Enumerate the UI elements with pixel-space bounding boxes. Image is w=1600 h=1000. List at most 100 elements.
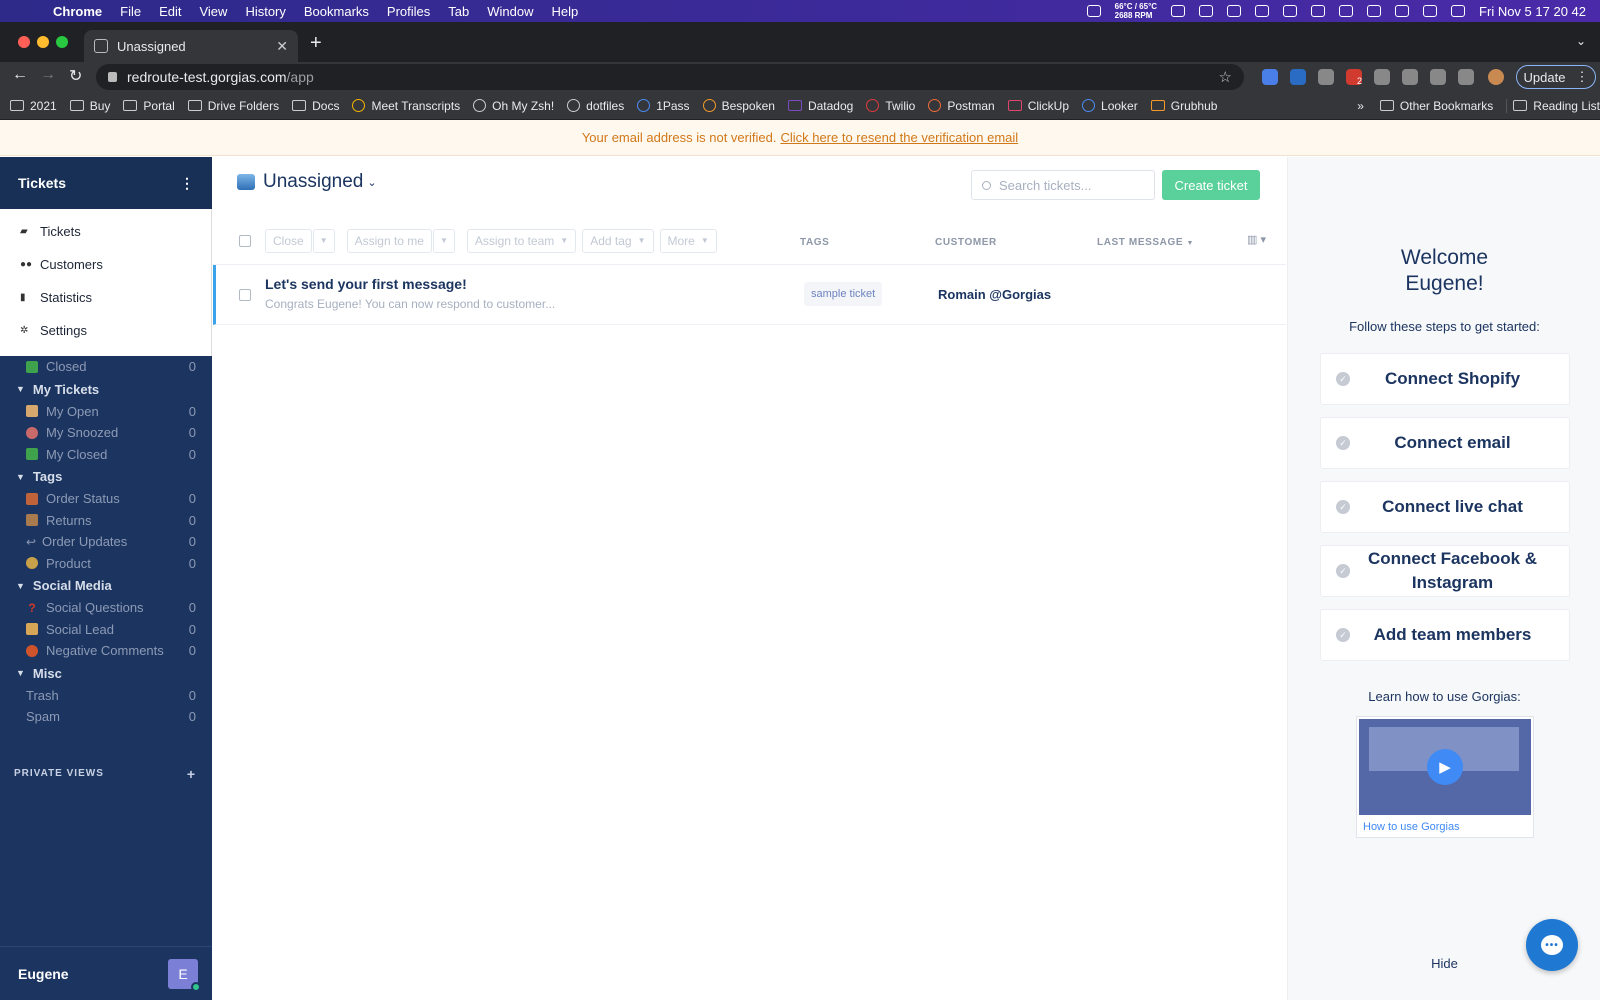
section-misc[interactable]: ▼ Misc <box>0 662 212 685</box>
menu-edit[interactable]: Edit <box>150 4 190 19</box>
menu-bookmarks[interactable]: Bookmarks <box>295 4 378 19</box>
step-connect-facebook-instagram[interactable]: ✓ Connect Facebook & Instagram <box>1320 545 1570 597</box>
kebab-menu-icon[interactable]: ⋮ <box>1575 69 1588 85</box>
bookmark-2021[interactable]: 2021 <box>10 99 57 113</box>
address-bar[interactable]: redroute-test.gorgias.com/app ☆ <box>96 64 1244 90</box>
bookmark-buy[interactable]: Buy <box>69 99 110 113</box>
menu-tab[interactable]: Tab <box>439 4 478 19</box>
view-social-lead[interactable]: Social Lead 0 <box>0 619 212 641</box>
more-bookmarks-icon[interactable]: » <box>1357 99 1364 113</box>
view-selector[interactable]: Unassigned ⌄ <box>237 171 377 193</box>
view-closed[interactable]: Closed 0 <box>0 356 212 378</box>
close-button[interactable]: Close <box>265 228 312 253</box>
chat-launcher-button[interactable]: ••• <box>1526 919 1578 971</box>
menu-item-settings[interactable]: ✲ Settings <box>0 314 211 347</box>
menu-app-name[interactable]: Chrome <box>44 4 111 19</box>
view-returns[interactable]: Returns 0 <box>0 510 212 532</box>
bookmark-grubhub[interactable]: Grubhub <box>1150 99 1217 113</box>
back-arrow-icon[interactable]: ← <box>12 66 28 84</box>
sidebar-kebab-icon[interactable]: ⋮ <box>180 175 194 192</box>
menu-history[interactable]: History <box>236 4 294 19</box>
play-icon[interactable]: ▶ <box>1427 749 1463 785</box>
table-row[interactable]: Let's send your first message! Congrats … <box>213 265 1286 325</box>
view-my-closed[interactable]: My Closed 0 <box>0 444 212 466</box>
search-input[interactable]: Search tickets... <box>971 170 1155 200</box>
menu-profiles[interactable]: Profiles <box>378 4 439 19</box>
camera-icon[interactable] <box>1086 5 1101 17</box>
new-tab-icon[interactable]: + <box>310 32 322 55</box>
bookmark-postman[interactable]: Postman <box>928 99 995 113</box>
bookmark-drive-folders[interactable]: Drive Folders <box>187 99 279 113</box>
view-my-open[interactable]: My Open 0 <box>0 401 212 423</box>
bookmark-docs[interactable]: Docs <box>292 99 339 113</box>
profile-avatar-icon[interactable] <box>1488 69 1504 85</box>
ticket-subject[interactable]: Let's send your first message! <box>265 276 467 292</box>
column-header-tags[interactable]: TAGS <box>800 237 829 248</box>
resend-verification-link[interactable]: Click here to resend the verification em… <box>780 130 1018 145</box>
sidebar-footer[interactable]: Eugene E <box>0 946 212 1000</box>
reading-queue-icon[interactable] <box>1458 69 1474 85</box>
view-order-status[interactable]: Order Status 0 <box>0 488 212 510</box>
column-header-customer[interactable]: CUSTOMER <box>935 237 997 248</box>
play-icon[interactable] <box>1311 5 1326 17</box>
video-link[interactable]: How to use Gorgias <box>1363 821 1460 833</box>
assign-to-me-button[interactable]: Assign to me <box>346 228 432 253</box>
section-social-media[interactable]: ▼ Social Media <box>0 574 212 597</box>
bookmark-clickup[interactable]: ClickUp <box>1007 99 1069 113</box>
bookmark-looker[interactable]: Looker <box>1082 99 1138 113</box>
reload-icon[interactable]: ↻ <box>69 66 82 86</box>
forward-arrow-icon[interactable]: → <box>40 66 56 84</box>
view-trash[interactable]: Trash 0 <box>0 685 212 707</box>
bookmark-dotfiles[interactable]: dotfiles <box>567 99 624 113</box>
window-zoom-icon[interactable] <box>56 36 68 48</box>
avatar[interactable]: E <box>168 958 201 992</box>
select-all-checkbox[interactable] <box>239 234 251 247</box>
step-connect-shopify[interactable]: ✓ Connect Shopify <box>1320 353 1570 405</box>
bookmark-meet-transcripts[interactable]: Meet Transcripts <box>352 99 460 113</box>
translate-extension-icon[interactable] <box>1262 69 1278 85</box>
tab-search-chevron-icon[interactable]: ⌄ <box>1576 34 1586 48</box>
window-minimize-icon[interactable] <box>37 36 49 48</box>
view-social-questions[interactable]: ? Social Questions 0 <box>0 597 212 619</box>
step-connect-live-chat[interactable]: ✓ Connect live chat <box>1320 481 1570 533</box>
bookmark-twilio[interactable]: Twilio <box>866 99 915 113</box>
view-negative-comments[interactable]: Negative Comments 0 <box>0 640 212 662</box>
extension-icon[interactable] <box>1374 69 1390 85</box>
assign-to-team-button[interactable]: Assign to team ▼ <box>466 228 577 253</box>
vscode-extension-icon[interactable] <box>1290 69 1306 85</box>
row-checkbox[interactable] <box>239 289 251 301</box>
video-card[interactable]: ▶ How to use Gorgias <box>1356 716 1534 838</box>
lock-icon[interactable] <box>108 72 117 82</box>
window-close-icon[interactable] <box>18 36 30 48</box>
menu-window[interactable]: Window <box>478 4 542 19</box>
view-my-snoozed[interactable]: My Snoozed 0 <box>0 422 212 444</box>
temperature-readout[interactable]: 66°C / 65°C 2688 RPM <box>1115 2 1157 20</box>
view-spam[interactable]: Spam 0 <box>0 706 212 728</box>
bookmark-bespoken[interactable]: Bespoken <box>702 99 775 113</box>
moon-icon[interactable] <box>1283 5 1298 17</box>
spotlight-icon[interactable] <box>1423 5 1438 17</box>
github-status-icon[interactable] <box>1227 5 1242 17</box>
bookmark-star-icon[interactable]: ☆ <box>1219 68 1232 86</box>
columns-config-icon[interactable]: ▥ ▾ <box>1247 233 1266 246</box>
step-add-team-members[interactable]: ✓ Add team members <box>1320 609 1570 661</box>
section-tags[interactable]: ▼ Tags <box>0 465 212 488</box>
assign-options-caret[interactable]: ▼ <box>432 228 455 253</box>
create-ticket-button[interactable]: Create ticket <box>1162 170 1260 200</box>
tab-close-icon[interactable]: ✕ <box>276 38 288 55</box>
menubar-clock[interactable]: Fri Nov 5 17 20 42 <box>1479 4 1586 19</box>
video-thumbnail[interactable]: ▶ <box>1359 719 1531 815</box>
other-bookmarks[interactable]: Other Bookmarks <box>1379 99 1493 113</box>
menu-help[interactable]: Help <box>543 4 588 19</box>
app-status-icon[interactable] <box>1171 5 1186 17</box>
bookmark-oh-my-zsh[interactable]: Oh My Zsh! <box>473 99 554 113</box>
bookmark-portal[interactable]: Portal <box>123 99 175 113</box>
update-button[interactable]: Update ⋮ <box>1516 65 1596 89</box>
view-product[interactable]: Product 0 <box>0 553 212 575</box>
menu-item-tickets[interactable]: ▰ Tickets <box>0 215 211 248</box>
menu-view[interactable]: View <box>190 4 236 19</box>
menu-item-statistics[interactable]: ▮ Statistics <box>0 281 211 314</box>
ticket-tag[interactable]: sample ticket <box>804 282 883 306</box>
notes-status-icon[interactable] <box>1255 5 1270 17</box>
bookmark-1pass[interactable]: 1Pass <box>637 99 690 113</box>
